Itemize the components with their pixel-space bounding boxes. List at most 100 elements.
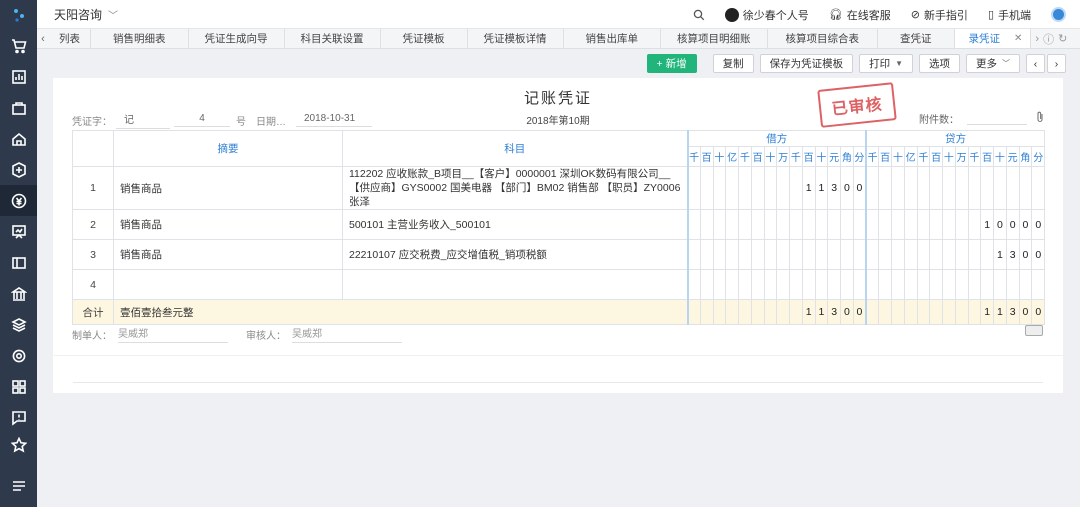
debit-digit[interactable] <box>750 209 765 240</box>
presentation-icon[interactable] <box>0 216 37 247</box>
debit-digit[interactable] <box>827 269 841 300</box>
copy-button[interactable]: 复制 <box>712 54 754 73</box>
credit-digit[interactable] <box>903 239 918 270</box>
debit-digit[interactable] <box>725 166 739 210</box>
tab-query-voucher[interactable]: 查凭证 <box>878 29 955 48</box>
debit-digit[interactable]: 0 <box>840 166 854 210</box>
debit-digit[interactable]: 1 <box>814 166 829 210</box>
prev-voucher-button[interactable]: ‹ <box>1026 54 1045 73</box>
credit-digit[interactable] <box>903 269 918 300</box>
debit-digit[interactable] <box>738 239 752 270</box>
credit-digit[interactable] <box>954 166 969 210</box>
total-credit-digit[interactable] <box>954 299 969 325</box>
tab-enter-voucher[interactable]: 录凭证 ✕ <box>954 29 1032 48</box>
debit-digit[interactable] <box>789 269 803 300</box>
settings-icon[interactable] <box>0 340 37 371</box>
credit-digit[interactable] <box>891 209 905 240</box>
total-debit-digit[interactable] <box>776 299 790 325</box>
total-credit-digit[interactable] <box>891 299 905 325</box>
credit-digit[interactable]: 1 <box>993 239 1007 270</box>
debit-digit[interactable] <box>712 209 727 240</box>
tabs-prev-icon[interactable]: ‹ <box>37 29 49 48</box>
close-icon[interactable]: ✕ <box>1014 33 1022 44</box>
credit-digit[interactable] <box>891 269 905 300</box>
credit-digit[interactable] <box>1031 166 1046 210</box>
total-credit-digit[interactable]: 1 <box>993 299 1007 325</box>
debit-digit[interactable] <box>686 209 701 240</box>
credit-digit[interactable] <box>878 269 893 300</box>
credit-digit[interactable] <box>1031 269 1046 300</box>
home-icon[interactable] <box>0 123 37 154</box>
options-button[interactable]: 选项 <box>919 54 960 73</box>
save-template-button[interactable]: 保存为凭证模板 <box>759 54 854 73</box>
credit-digit[interactable]: 0 <box>1018 209 1033 240</box>
guide-link[interactable]: ⊘ 新手指引 <box>911 7 968 23</box>
voucher-date-input[interactable]: 2018-10-31 <box>296 113 372 127</box>
credit-digit[interactable] <box>954 269 969 300</box>
total-credit-digit[interactable] <box>967 299 982 325</box>
credit-digit[interactable]: 0 <box>1031 239 1046 270</box>
layers-icon[interactable] <box>0 309 37 340</box>
credit-digit[interactable]: 0 <box>1031 209 1046 240</box>
voucher-word-select[interactable]: 记 <box>116 111 170 129</box>
app-logo[interactable] <box>0 0 37 30</box>
credit-digit[interactable] <box>929 239 944 270</box>
credit-digit[interactable]: 3 <box>1005 239 1020 270</box>
credit-digit[interactable] <box>1005 269 1020 300</box>
debit-digit[interactable] <box>827 209 841 240</box>
apps-icon[interactable] <box>0 371 37 402</box>
total-debit-digit[interactable] <box>750 299 765 325</box>
total-debit-digit[interactable]: 1 <box>801 299 816 325</box>
debit-digit[interactable] <box>814 239 829 270</box>
total-credit-digit[interactable] <box>929 299 944 325</box>
debit-digit[interactable] <box>852 209 867 240</box>
credit-digit[interactable] <box>967 239 982 270</box>
debit-digit[interactable] <box>725 269 739 300</box>
credit-digit[interactable] <box>993 269 1007 300</box>
bank-icon[interactable] <box>0 278 37 309</box>
debit-digit[interactable] <box>699 269 714 300</box>
debit-digit[interactable] <box>801 239 816 270</box>
add-button[interactable]: + 新增 <box>646 54 697 73</box>
debit-digit[interactable] <box>712 239 727 270</box>
credit-digit[interactable] <box>865 269 880 300</box>
summary-cell[interactable]: 销售商品 <box>113 209 343 240</box>
debit-digit[interactable] <box>763 209 778 240</box>
debit-digit[interactable] <box>840 209 854 240</box>
table-row[interactable]: 3 销售商品 22210107 应交税费_应交增值税_销项税额 1 3 0 0 <box>72 239 1046 270</box>
credit-digit[interactable] <box>916 269 931 300</box>
tab-voucher-wizard[interactable]: 凭证生成向导 <box>189 29 285 48</box>
total-debit-digit[interactable]: 0 <box>852 299 867 325</box>
account-cell[interactable]: 112202 应收账款_B项目__【客户】0000001 深圳OK数码有限公司_… <box>342 166 688 210</box>
search-icon[interactable] <box>693 9 705 21</box>
credit-digit[interactable] <box>942 209 956 240</box>
next-voucher-button[interactable]: › <box>1047 54 1066 73</box>
cart-icon[interactable] <box>0 30 37 61</box>
total-debit-digit[interactable] <box>763 299 778 325</box>
credit-digit[interactable]: 1 <box>980 209 995 240</box>
debit-digit[interactable] <box>763 166 778 210</box>
credit-digit[interactable] <box>865 209 880 240</box>
debit-digit[interactable] <box>738 166 752 210</box>
total-credit-digit[interactable]: 3 <box>1005 299 1020 325</box>
tab-sales-detail[interactable]: 销售明细表 <box>91 29 189 48</box>
company-selector[interactable]: 天阳咨询 ﹀ <box>54 6 118 23</box>
credit-digit[interactable] <box>993 166 1007 210</box>
credit-digit[interactable] <box>916 166 931 210</box>
debit-digit[interactable] <box>763 239 778 270</box>
table-row[interactable]: 1 销售商品 112202 应收账款_B项目__【客户】0000001 深圳OK数码… <box>72 166 1046 210</box>
credit-digit[interactable] <box>954 209 969 240</box>
debit-digit[interactable] <box>801 269 816 300</box>
credit-digit[interactable] <box>865 166 880 210</box>
table-row[interactable]: 2 销售商品 500101 主营业务收入_500101 1 0 0 0 0 <box>72 209 1046 240</box>
total-credit-digit[interactable]: 0 <box>1018 299 1033 325</box>
total-credit-digit[interactable]: 1 <box>980 299 995 325</box>
star-icon[interactable] <box>0 429 37 460</box>
debit-digit[interactable] <box>789 166 803 210</box>
account-cell[interactable] <box>342 269 688 300</box>
credit-digit[interactable] <box>967 209 982 240</box>
debit-digit[interactable] <box>814 209 829 240</box>
tabs-next-icon[interactable]: › <box>1035 33 1039 45</box>
inventory-icon[interactable] <box>0 154 37 185</box>
credit-digit[interactable] <box>878 166 893 210</box>
